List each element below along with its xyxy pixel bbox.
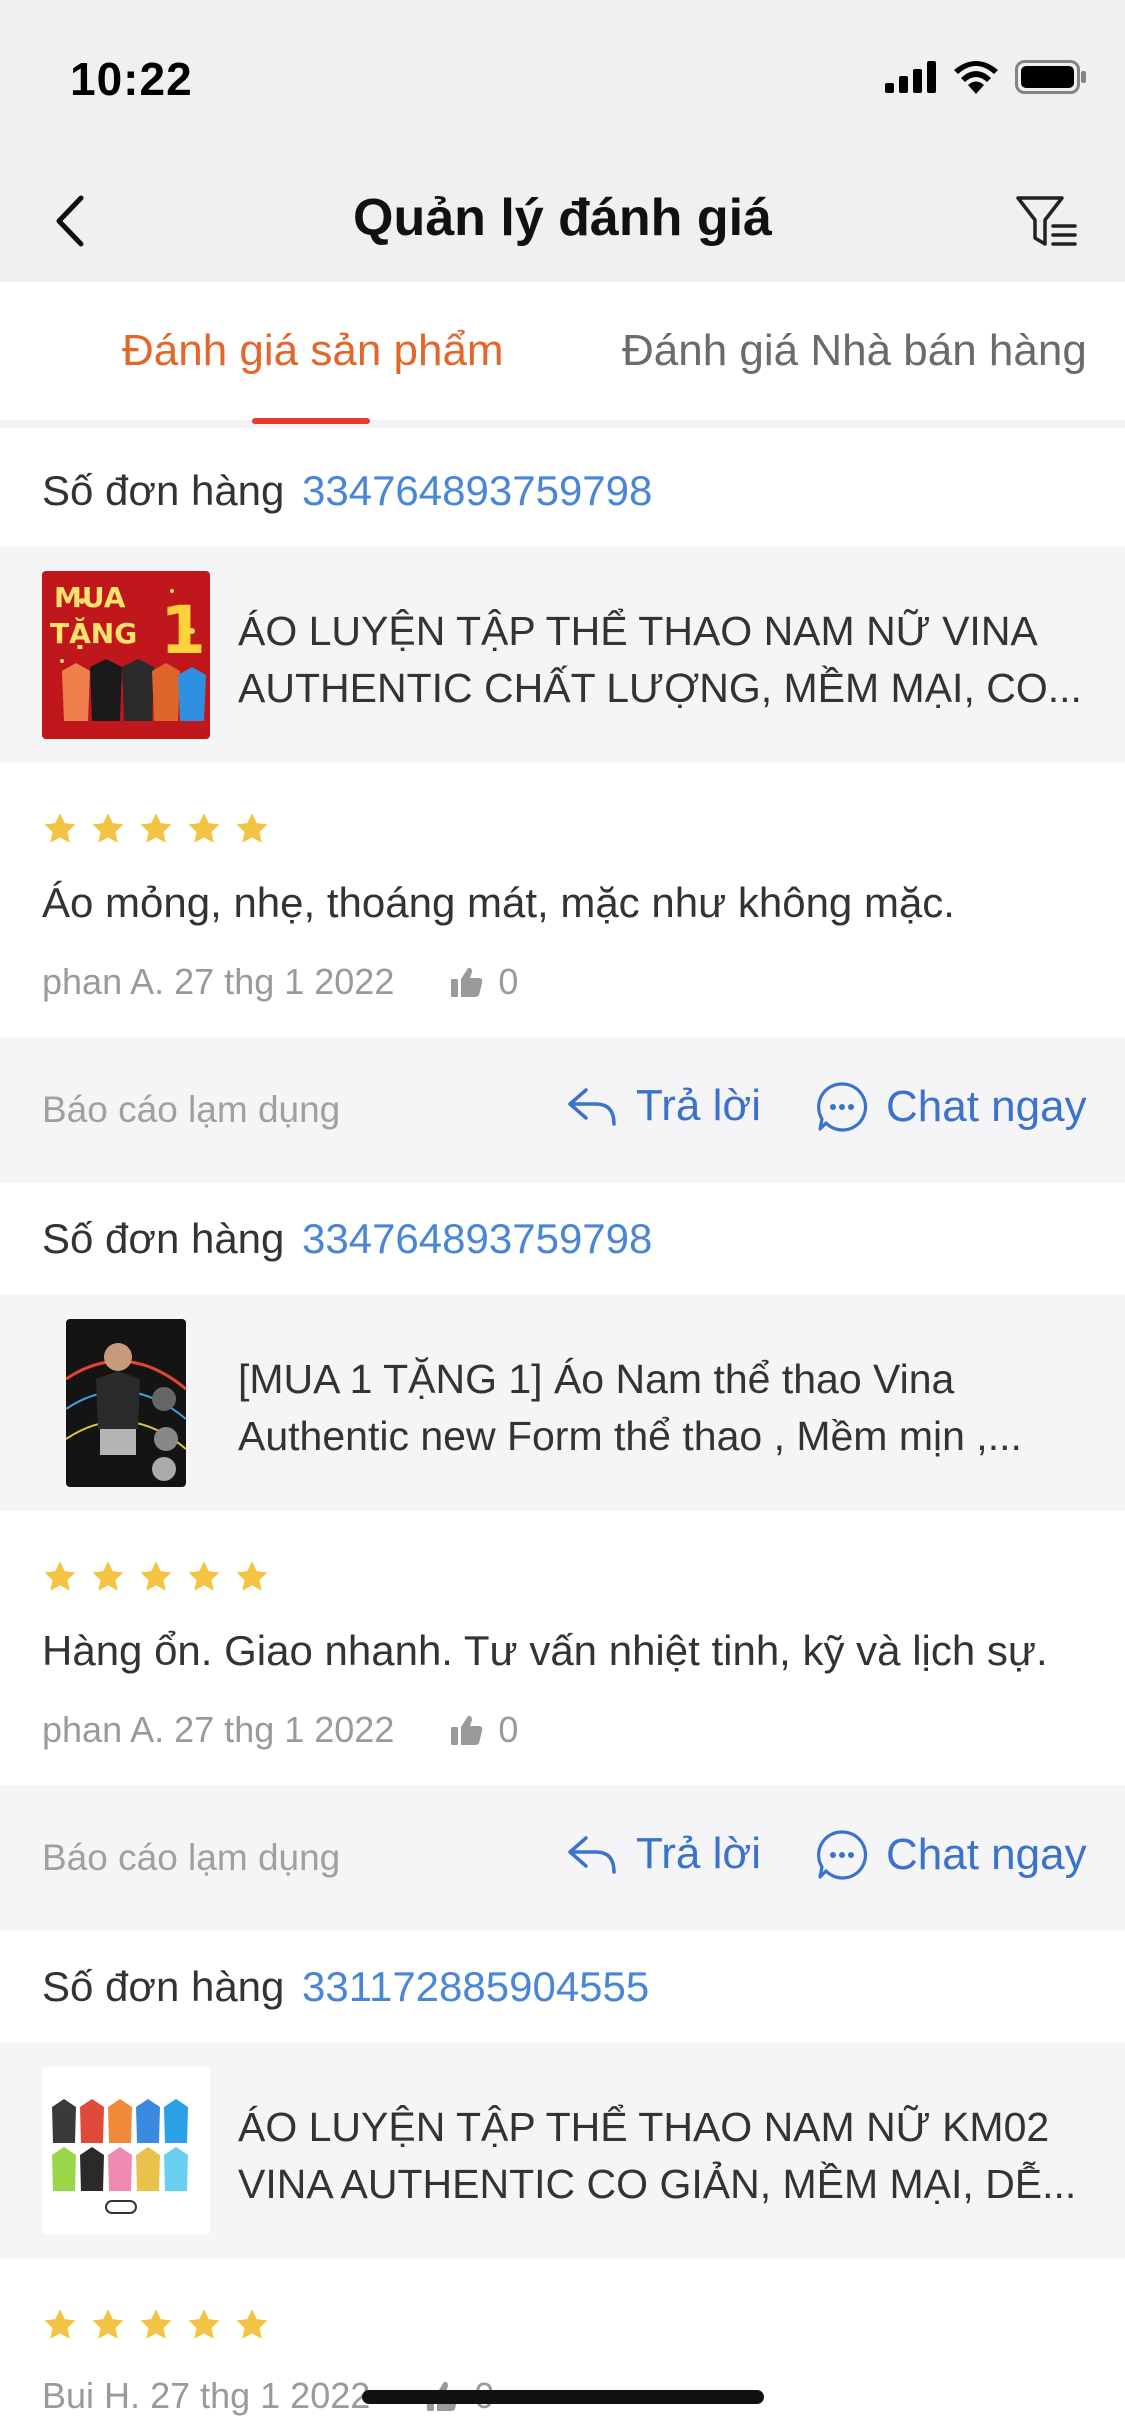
- badge-line1: MUA: [54, 581, 126, 614]
- active-tab-indicator: [252, 418, 370, 424]
- chat-now-button[interactable]: Chat ngay: [816, 1081, 1087, 1133]
- reply-arrow-icon: [568, 1088, 616, 1126]
- status-time: 10:22: [70, 53, 193, 105]
- like-count: 0: [498, 1709, 519, 1750]
- product-name: ÁO LUYỆN TẬP THỂ THAO NAM NỮ KM02 VINA A…: [238, 2104, 1077, 2207]
- order-label: Số đơn hàng: [42, 1215, 285, 1262]
- status-icons: [885, 60, 1087, 94]
- chat-bubble-icon: [817, 1830, 868, 1880]
- badge-digit: 1: [160, 592, 206, 669]
- review-author: Bui H.: [42, 2375, 141, 2416]
- review-meta: phan A. 27 thg 1 2022 0: [42, 1709, 518, 1751]
- product-name: ÁO LUYỆN TẬP THỂ THAO NAM NỮ VINA AUTHEN…: [238, 608, 1082, 711]
- home-indicator: [362, 2390, 764, 2404]
- star-icon: [236, 813, 268, 843]
- reply-button[interactable]: Trả lời: [566, 1829, 761, 1879]
- badge-line2: TẶNG: [50, 616, 137, 650]
- review-author: phan A.: [42, 961, 165, 1002]
- status-bar: 10:22: [0, 0, 1125, 160]
- tab-seller-reviews[interactable]: Đánh giá Nhà bán hàng: [622, 326, 1087, 376]
- star-rating: [42, 811, 270, 847]
- reply-arrow-icon: [568, 1836, 616, 1874]
- thumbs-up-icon: [451, 967, 483, 997]
- chat-now-button[interactable]: Chat ngay: [816, 1829, 1087, 1881]
- filter-icon: [1016, 196, 1077, 246]
- star-icon: [44, 2309, 76, 2339]
- star-icon: [92, 813, 124, 843]
- order-label: Số đơn hàng: [42, 1963, 285, 2010]
- review-date: 27 thg 1 2022: [150, 2375, 371, 2416]
- star-icon: [236, 2309, 268, 2339]
- review-date: 27 thg 1 2022: [174, 1709, 395, 1750]
- order-number-link[interactable]: 331172885904555: [302, 1963, 649, 2011]
- like-count: 0: [498, 961, 519, 1002]
- star-icon: [188, 1561, 220, 1591]
- star-icon: [140, 2309, 172, 2339]
- star-icon: [188, 2309, 220, 2339]
- thumbs-up-icon: [451, 1715, 483, 1745]
- star-icon: [236, 1561, 268, 1591]
- filter-button[interactable]: [1009, 184, 1085, 260]
- navigation-bar: Quản lý đánh giá: [0, 160, 1125, 282]
- star-icon: [140, 1561, 172, 1591]
- report-abuse-button[interactable]: Báo cáo lạm dụng: [42, 1089, 340, 1131]
- star-rating: [42, 2307, 270, 2343]
- review-card: Số đơn hàng 334764893759798 MUA TẶNG 1 Á…: [0, 435, 1125, 1183]
- review-body: Hàng ổn. Giao nhanh. Tư vấn nhiệt tinh, …: [0, 1511, 1125, 1785]
- product-thumbnail: [42, 2067, 210, 2235]
- star-icon: [140, 813, 172, 843]
- star-icon: [44, 813, 76, 843]
- star-icon: [44, 1561, 76, 1591]
- review-meta: phan A. 27 thg 1 2022 0: [42, 961, 518, 1003]
- action-row: Báo cáo lạm dụng Trả lời Chat ngay: [0, 1785, 1125, 1931]
- star-rating: [42, 1559, 270, 1595]
- order-row: Số đơn hàng 334764893759798: [0, 1183, 1125, 1295]
- review-text: Áo mỏng, nhẹ, thoáng mát, mặc như không …: [42, 879, 955, 926]
- chat-bubble-icon: [817, 1082, 868, 1132]
- tab-product-reviews[interactable]: Đánh giá sản phẩm: [122, 326, 504, 376]
- order-number-link[interactable]: 334764893759798: [302, 467, 652, 515]
- review-author: phan A.: [42, 1709, 165, 1750]
- like-button[interactable]: 0: [450, 961, 518, 1003]
- star-icon: [92, 1561, 124, 1591]
- order-row: Số đơn hàng 331172885904555: [0, 1931, 1125, 2043]
- product-row[interactable]: MUA TẶNG 1 ÁO LUYỆN TẬP THỂ THAO NAM NỮ …: [0, 547, 1125, 763]
- review-body: Áo mỏng, nhẹ, thoáng mát, mặc như không …: [0, 763, 1125, 1037]
- product-row[interactable]: [MUA 1 TẶNG 1] Áo Nam thể thao Vina Auth…: [0, 1295, 1125, 1511]
- order-row: Số đơn hàng 334764893759798: [0, 435, 1125, 547]
- star-icon: [92, 2309, 124, 2339]
- review-card: Số đơn hàng 331172885904555 ÁO LUYỆN TẬP…: [0, 1931, 1125, 2436]
- cellular-signal-icon: [885, 61, 936, 93]
- review-body: Bui H. 27 thg 1 2022 0: [0, 2259, 1125, 2436]
- reply-button[interactable]: Trả lời: [566, 1081, 761, 1131]
- review-text: Hàng ổn. Giao nhanh. Tư vấn nhiệt tinh, …: [42, 1627, 1048, 1674]
- product-thumbnail: [66, 1319, 186, 1487]
- order-label: Số đơn hàng: [42, 467, 285, 514]
- product-thumbnail: MUA TẶNG 1: [42, 571, 210, 739]
- product-name: [MUA 1 TẶNG 1] Áo Nam thể thao Vina Auth…: [238, 1356, 1022, 1459]
- page-title: Quản lý đánh giá: [353, 189, 772, 247]
- tab-bar: Đánh giá sản phẩm Đánh giá Nhà bán hàng: [0, 282, 1125, 428]
- battery-icon: [1015, 60, 1086, 94]
- star-icon: [188, 813, 220, 843]
- wifi-icon: [954, 61, 998, 94]
- review-date: 27 thg 1 2022: [174, 961, 395, 1002]
- report-abuse-button[interactable]: Báo cáo lạm dụng: [42, 1837, 340, 1879]
- order-number-link[interactable]: 334764893759798: [302, 1215, 652, 1263]
- product-row[interactable]: ÁO LUYỆN TẬP THỂ THAO NAM NỮ KM02 VINA A…: [0, 2043, 1125, 2259]
- review-card: Số đơn hàng 334764893759798 [MUA 1 TẶNG …: [0, 1183, 1125, 1931]
- like-button[interactable]: 0: [450, 1709, 518, 1751]
- action-row: Báo cáo lạm dụng Trả lời Chat ngay: [0, 1037, 1125, 1183]
